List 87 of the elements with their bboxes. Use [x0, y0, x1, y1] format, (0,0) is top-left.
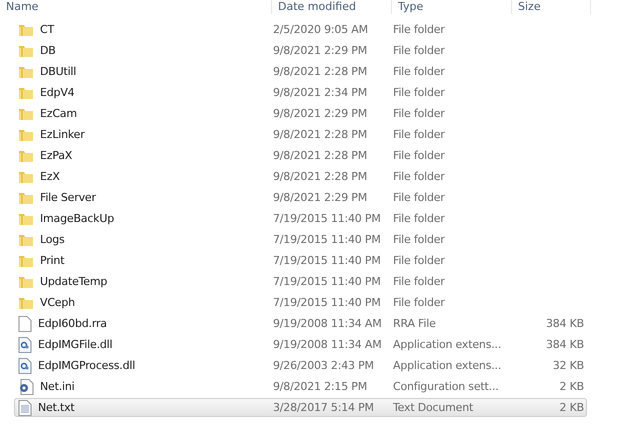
file-name: Net.txt: [38, 401, 75, 414]
date-modified: 9/8/2021 2:28 PM: [273, 128, 368, 141]
file-row[interactable]: DB 9/8/2021 2:29 PM File folder: [14, 41, 587, 60]
file-type: File folder: [393, 44, 446, 57]
text-file-icon: [18, 400, 32, 416]
date-modified: 9/26/2003 2:43 PM: [273, 359, 375, 372]
file-row[interactable]: Net.txt 3/28/2017 5:14 PM Text Document 2 KB: [14, 398, 587, 417]
date-modified: 9/8/2021 2:29 PM: [273, 44, 368, 57]
date-modified: 9/8/2021 2:34 PM: [273, 86, 368, 99]
column-header[interactable]: Type: [392, 0, 512, 14]
file-name: EdpV4: [40, 86, 74, 99]
file-row[interactable]: CT 2/5/2020 9:05 AM File folder: [14, 20, 587, 39]
column-header[interactable]: Name: [0, 0, 272, 14]
file-type: File folder: [393, 233, 446, 246]
column-header[interactable]: Date modified: [272, 0, 392, 14]
file-type: Configuration sett...: [393, 380, 500, 393]
file-type: File folder: [393, 23, 446, 36]
file-type: File folder: [393, 107, 446, 120]
date-modified: 9/8/2021 2:29 PM: [273, 191, 368, 204]
file-row[interactable]: ImageBackUp 7/19/2015 11:40 PM File folder: [14, 209, 587, 228]
file-row[interactable]: EzX 9/8/2021 2:28 PM File folder: [14, 167, 587, 186]
file-row[interactable]: VCeph 7/19/2015 11:40 PM File folder: [14, 293, 587, 312]
file-row[interactable]: Logs 7/19/2015 11:40 PM File folder: [14, 230, 587, 249]
file-row[interactable]: EzCam 9/8/2021 2:29 PM File folder: [14, 104, 587, 123]
file-name: DB: [40, 44, 56, 57]
file-size: 384 KB: [546, 338, 584, 351]
file-row[interactable]: EzPaX 9/8/2021 2:28 PM File folder: [14, 146, 587, 165]
file-name: Logs: [40, 233, 65, 246]
column-header[interactable]: Size: [512, 0, 591, 14]
file-icon: [18, 316, 32, 332]
file-type: File folder: [393, 254, 446, 267]
file-name: EzX: [40, 170, 60, 183]
file-row[interactable]: UpdateTemp 7/19/2015 11:40 PM File folder: [14, 272, 587, 291]
date-modified: 9/8/2021 2:28 PM: [273, 65, 368, 78]
file-name: CT: [40, 23, 54, 36]
file-type: Application extens...: [393, 359, 502, 372]
date-modified: 7/19/2015 11:40 PM: [273, 296, 382, 309]
file-type: File folder: [393, 212, 446, 225]
file-type: File folder: [393, 191, 446, 204]
date-modified: 7/19/2015 11:40 PM: [273, 254, 382, 267]
file-row[interactable]: EdpIMGFile.dll 9/19/2008 11:34 AM Application extens... 384 KB: [14, 335, 587, 354]
file-row[interactable]: Net.ini 9/8/2021 2:15 PM Configuration sett... 2 KB: [14, 377, 587, 396]
date-modified: 9/8/2021 2:15 PM: [273, 380, 368, 393]
file-size: 2 KB: [560, 380, 584, 393]
file-type: Application extens...: [393, 338, 502, 351]
date-modified: 7/19/2015 11:40 PM: [273, 212, 382, 225]
file-name: Net.ini: [40, 380, 74, 393]
file-type: File folder: [393, 296, 446, 309]
file-row[interactable]: EdpV4 9/8/2021 2:34 PM File folder: [14, 83, 587, 102]
file-row[interactable]: EzLinker 9/8/2021 2:28 PM File folder: [14, 125, 587, 144]
file-type: File folder: [393, 149, 446, 162]
file-size: 32 KB: [552, 359, 584, 372]
file-type: File folder: [393, 170, 446, 183]
file-name: EdpIMGProcess.dll: [38, 359, 136, 372]
file-name: EdpI60bd.rra: [38, 317, 107, 330]
file-name: Print: [40, 254, 64, 267]
file-type: File folder: [393, 86, 446, 99]
file-type: Text Document: [393, 401, 474, 414]
date-modified: 3/28/2017 5:14 PM: [273, 401, 375, 414]
file-type: RRA File: [393, 317, 437, 330]
date-modified: 9/19/2008 11:34 AM: [273, 317, 383, 330]
date-modified: 7/19/2015 11:40 PM: [273, 233, 382, 246]
file-row[interactable]: File Server 9/8/2021 2:29 PM File folder: [14, 188, 587, 207]
file-name: File Server: [40, 191, 96, 204]
date-modified: 9/8/2021 2:28 PM: [273, 170, 368, 183]
date-modified: 9/8/2021 2:28 PM: [273, 149, 368, 162]
file-row[interactable]: EdpI60bd.rra 9/19/2008 11:34 AM RRA File 384 KB: [14, 314, 587, 333]
file-name: ImageBackUp: [40, 212, 114, 225]
file-size: 384 KB: [546, 317, 584, 330]
file-name: EzPaX: [40, 149, 72, 162]
file-type: File folder: [393, 65, 446, 78]
file-name: UpdateTemp: [40, 275, 108, 288]
file-row[interactable]: Print 7/19/2015 11:40 PM File folder: [14, 251, 587, 270]
file-name: EdpIMGFile.dll: [38, 338, 112, 351]
file-row[interactable]: DBUtill 9/8/2021 2:28 PM File folder: [14, 62, 587, 81]
file-type: File folder: [393, 128, 446, 141]
file-name: DBUtill: [40, 65, 76, 78]
file-row[interactable]: EdpIMGProcess.dll 9/26/2003 2:43 PM Application extens... 32 KB: [14, 356, 587, 375]
file-name: VCeph: [40, 296, 75, 309]
file-type: File folder: [393, 275, 446, 288]
date-modified: 9/19/2008 11:34 AM: [273, 338, 383, 351]
date-modified: 7/19/2015 11:40 PM: [273, 275, 382, 288]
file-name: EzLinker: [40, 128, 85, 141]
date-modified: 9/8/2021 2:29 PM: [273, 107, 368, 120]
date-modified: 2/5/2020 9:05 AM: [273, 23, 369, 36]
file-name: EzCam: [40, 107, 77, 120]
file-size: 2 KB: [560, 401, 584, 414]
